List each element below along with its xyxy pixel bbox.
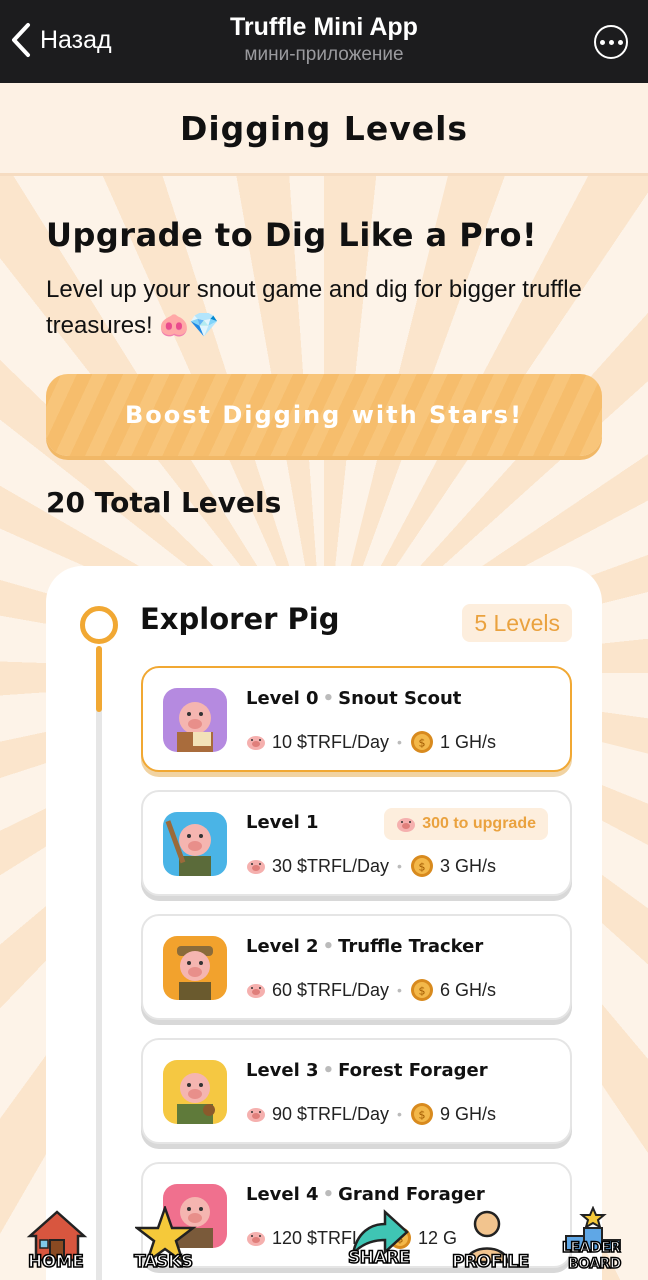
pig-icon — [247, 1108, 265, 1122]
total-levels-heading: 20 Total Levels — [46, 486, 282, 519]
nav-leaderboard-label-1: LEADER — [561, 1239, 621, 1257]
level-number: Level 0 — [246, 688, 319, 709]
boost-digging-button[interactable]: Boost Digging with Stars! — [46, 374, 602, 456]
nav-share-label: SHARE — [347, 1247, 411, 1269]
level-card-3[interactable]: Level 3 • Forest Forager 90 $TRFL/Day • $ … — [141, 1038, 572, 1144]
income-value: 10 $TRFL/Day — [272, 731, 390, 752]
svg-text:$: $ — [418, 861, 425, 874]
levels-count-badge: 5 Levels — [462, 604, 572, 642]
separator-dot: • — [322, 936, 335, 957]
level-number: Level 3 — [246, 1060, 319, 1081]
level-card-0[interactable]: Level 0 • Snout Scout 10 $TRFL/Day • $ 1 G… — [141, 666, 572, 772]
separator-dot: • — [322, 1060, 335, 1081]
pig-avatar — [163, 812, 227, 876]
level-title: Level 2 • Truffle Tracker — [246, 936, 483, 957]
level-card-2[interactable]: Level 2 • Truffle Tracker 60 $TRFL/Day • $… — [141, 914, 572, 1020]
nav-home-label: HOME — [27, 1251, 84, 1273]
level-group-card: Explorer Pig 5 Levels Level 0 • Snout Scou… — [46, 566, 602, 1280]
page-header: Digging Levels — [0, 83, 648, 176]
level-title: Level 0 • Snout Scout — [246, 688, 461, 709]
page-title: Digging Levels — [179, 108, 469, 148]
timeline-progress — [96, 646, 102, 712]
nav-profile[interactable]: PROFILE — [451, 1208, 530, 1274]
coin-icon: $ — [410, 1103, 433, 1125]
app-subtitle: мини-приложение — [244, 44, 404, 65]
level-card-1[interactable]: Level 1 300 to upgrade 30 $TRFL/Day • $ … — [141, 790, 572, 896]
separator-dot: • — [397, 858, 402, 874]
pig-icon — [247, 736, 265, 750]
hashrate-value: 1 GH/s — [439, 731, 496, 752]
pig-icon — [247, 984, 265, 998]
more-icon-dot — [617, 39, 623, 45]
svg-text:$: $ — [418, 737, 425, 750]
app-title-block: Truffle Mini App мини-приложение — [0, 13, 648, 66]
coin-icon: $ — [410, 979, 433, 1001]
timeline-node — [80, 606, 118, 644]
level-stats: 10 $TRFL/Day • $ 1 GH/s — [246, 730, 496, 754]
hashrate-value: 3 GH/s — [439, 855, 496, 876]
level-number: Level 2 — [246, 936, 319, 957]
separator-dot: • — [397, 734, 402, 750]
level-name: Truffle Tracker — [338, 936, 484, 957]
separator-dot: • — [397, 1106, 402, 1122]
svg-text:$: $ — [418, 985, 425, 998]
telegram-topbar: Назад Truffle Mini App мини-приложение — [0, 0, 648, 83]
pig-icon — [247, 860, 265, 874]
group-title: Explorer Pig — [140, 602, 340, 636]
more-icon-dot — [608, 39, 614, 45]
separator-dot: • — [322, 688, 335, 709]
app-title: Truffle Mini App — [230, 13, 418, 41]
more-icon — [599, 39, 605, 45]
coin-icon: $ — [410, 855, 433, 877]
level-number: Level 1 — [246, 812, 319, 833]
nav-share[interactable]: SHARE — [346, 1208, 412, 1274]
upgrade-cost-badge[interactable]: 300 to upgrade — [384, 808, 548, 840]
separator-dot: • — [397, 982, 402, 998]
pig-avatar — [163, 936, 227, 1000]
nav-profile-label: PROFILE — [451, 1251, 530, 1273]
level-stats: 60 $TRFL/Day • $ 6 GH/s — [246, 978, 496, 1002]
coin-icon: $ — [410, 731, 433, 753]
nav-leaderboard[interactable]: LEADER BOARD — [560, 1205, 626, 1276]
upgrade-cost-label: 300 to upgrade — [422, 815, 536, 832]
pig-avatar — [163, 1060, 227, 1124]
more-options-button[interactable] — [594, 25, 628, 59]
pig-icon — [397, 818, 416, 832]
income-value: 60 $TRFL/Day — [272, 979, 390, 1000]
hashrate-value: 9 GH/s — [439, 1103, 496, 1124]
timeline-track — [96, 646, 102, 1280]
svg-text:$: $ — [418, 1109, 425, 1122]
upgrade-description: Level up your snout game and dig for big… — [46, 276, 582, 339]
income-value: 90 $TRFL/Day — [272, 1103, 390, 1124]
bottom-navigation: HOME TASKS SHARE PROFILE LEADER BOARD — [0, 1202, 648, 1280]
nav-tasks[interactable]: TASKS — [132, 1204, 202, 1276]
level-title: Level 3 • Forest Forager — [246, 1060, 488, 1081]
nav-home[interactable]: HOME — [24, 1208, 90, 1274]
pig-avatar — [163, 688, 227, 752]
income-value: 30 $TRFL/Day — [272, 855, 390, 876]
nav-leaderboard-label-2: BOARD — [567, 1255, 622, 1273]
level-name: Snout Scout — [338, 688, 462, 709]
nav-tasks-label: TASKS — [133, 1251, 194, 1273]
upgrade-heading: Upgrade to Dig Like a Pro! — [46, 216, 538, 254]
level-stats: 90 $TRFL/Day • $ 9 GH/s — [246, 1102, 496, 1126]
hashrate-value: 6 GH/s — [439, 979, 496, 1000]
level-name: Forest Forager — [338, 1060, 488, 1081]
level-stats: 30 $TRFL/Day • $ 3 GH/s — [246, 854, 496, 878]
level-title: Level 1 — [246, 812, 319, 833]
